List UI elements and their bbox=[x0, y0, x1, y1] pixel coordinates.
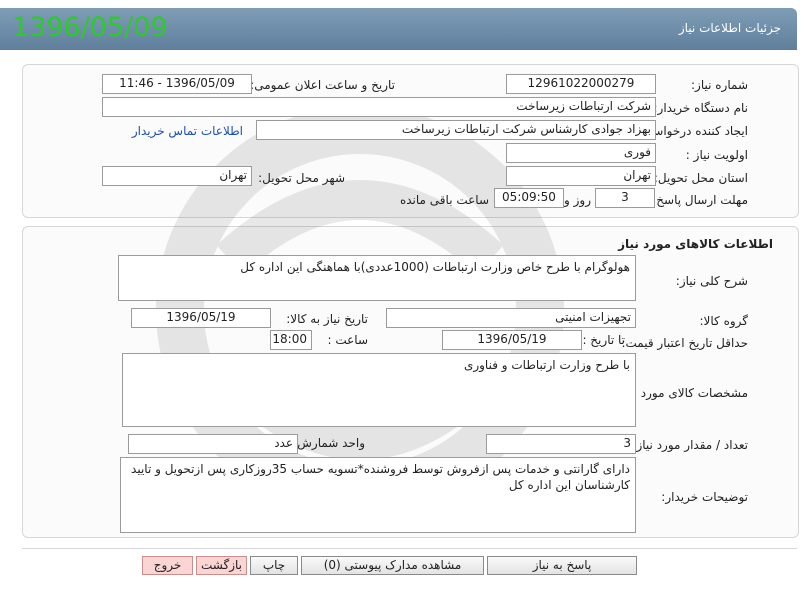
summary-field: هولوگرام با طرح خاص وزارت ارتباطات (1000… bbox=[118, 255, 636, 301]
buyer-field: شرکت ارتباطات زیرساخت bbox=[102, 97, 656, 117]
unit-field: عدد bbox=[128, 434, 298, 454]
summary-label: شرح کلی نیاز: bbox=[675, 274, 748, 288]
need-date-field: 1396/05/19 bbox=[131, 308, 271, 328]
until-date-label: تا تاریخ : bbox=[582, 333, 625, 347]
quantity-label: تعداد / مقدار مورد نیاز: bbox=[632, 438, 748, 452]
goods-section-title: اطلاعات کالاهای مورد نیاز bbox=[618, 237, 773, 251]
priority-field: فوری bbox=[506, 143, 656, 163]
notes-label: توضیحات خریدار: bbox=[661, 490, 748, 504]
quantity-field: 3 bbox=[486, 434, 636, 454]
deadline-label: مهلت ارسال پاسخ: bbox=[652, 193, 748, 207]
hour-field: 18:00 bbox=[270, 330, 312, 350]
province-label: استان محل تحویل: bbox=[653, 171, 748, 185]
city-field: تهران bbox=[102, 166, 252, 186]
group-field: تجهیزات امنیتی bbox=[386, 308, 636, 328]
city-label: شهر محل تحویل: bbox=[258, 171, 345, 185]
notes-field: دارای گارانتی و خدمات پس ازفروش توسط فرو… bbox=[120, 457, 636, 533]
attachments-button[interactable]: مشاهده مدارک پیوستی (0) bbox=[301, 556, 484, 575]
unit-label: واحد شمارش: bbox=[293, 436, 365, 450]
announce-field: 1396/05/09 - 11:46 bbox=[102, 74, 252, 94]
contact-buyer-link[interactable]: اطلاعات تماس خریدار bbox=[132, 124, 243, 138]
announce-label: تاریخ و ساعت اعلان عمومی: bbox=[250, 78, 395, 92]
reply-button[interactable]: پاسخ به نیاز bbox=[487, 556, 637, 575]
exit-button[interactable]: خروج bbox=[142, 556, 193, 575]
province-field: تهران bbox=[506, 166, 656, 186]
hour-label: ساعت : bbox=[327, 333, 368, 347]
until-date-field: 1396/05/19 bbox=[442, 330, 582, 350]
priority-label: اولویت نیاز : bbox=[685, 148, 748, 162]
time-suffix: ساعت باقی مانده bbox=[399, 193, 489, 207]
need-number-field: 12961022000279 bbox=[506, 74, 656, 94]
group-label: گروه کالا: bbox=[699, 314, 749, 328]
back-button[interactable]: بازگشت bbox=[196, 556, 247, 575]
spec-field: با طرح وزارت ارتباطات و فناوری bbox=[122, 353, 636, 427]
footer-divider bbox=[22, 548, 797, 549]
creator-field: بهزاد جوادی کارشناس شرکت ارتباطات زیرساخ… bbox=[256, 120, 656, 140]
need-date-label: تاریخ نیاز به کالا: bbox=[286, 312, 368, 326]
date-stamp: 1396/05/09 bbox=[12, 12, 168, 43]
time-field: 05:09:50 bbox=[494, 188, 564, 208]
spec-label: مشخصات کالای مورد نیاز: bbox=[616, 386, 748, 400]
print-button[interactable]: چاپ bbox=[250, 556, 298, 575]
days-field: 3 bbox=[595, 188, 655, 208]
buyer-label: نام دستگاه خریدار: bbox=[653, 101, 749, 115]
need-number-label: شماره نیاز: bbox=[691, 78, 748, 92]
validity-label: حداقل تاریخ اعتبار قیمت: bbox=[621, 336, 748, 350]
days-suffix: روز و bbox=[564, 193, 591, 207]
